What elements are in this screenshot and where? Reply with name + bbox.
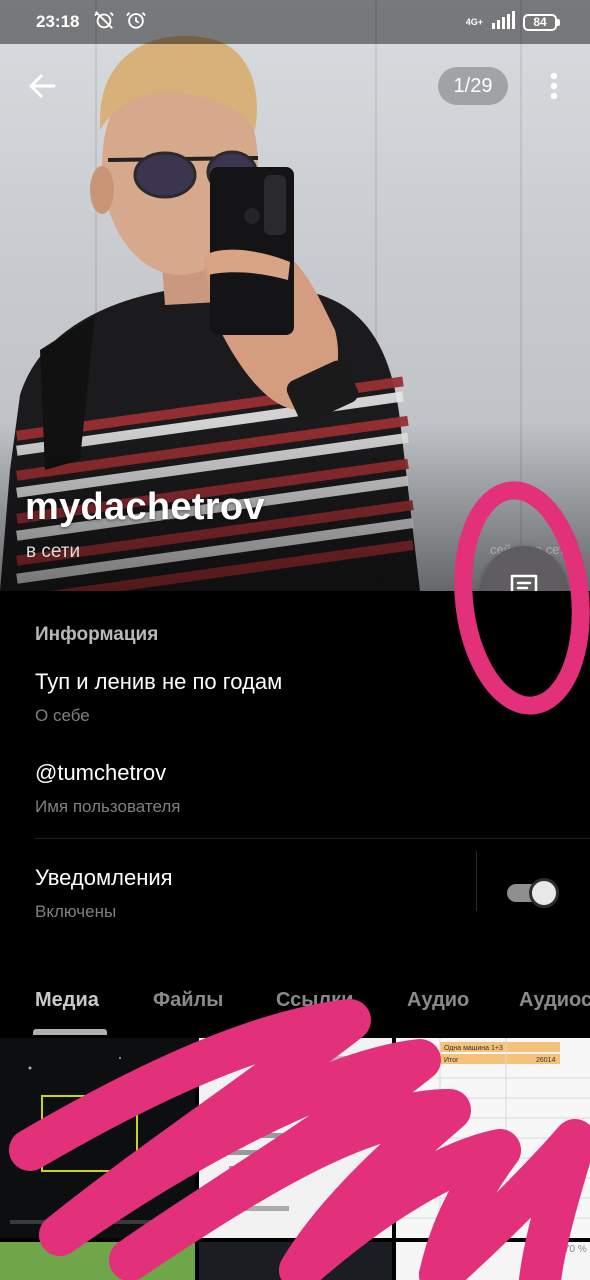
bio-label: О себе	[35, 706, 90, 725]
media-thumbnail[interactable]	[199, 1038, 392, 1238]
notifications-toggle[interactable]	[505, 878, 559, 908]
tab-audio[interactable]: Аудио	[407, 989, 469, 1012]
back-button[interactable]	[22, 66, 62, 106]
online-status: в сети	[26, 541, 81, 562]
tab-media[interactable]: Медиа	[35, 989, 99, 1012]
alarm-off-icon	[93, 9, 115, 36]
tab-links[interactable]: Ссылки	[276, 989, 353, 1012]
status-time: 23:18	[36, 12, 80, 31]
info-section: Информация Туп и ленив не по годам О себ…	[0, 591, 590, 981]
signal-icon	[491, 10, 515, 34]
media-thumbnail[interactable]: Одна машина 1+3 Итог 26014	[396, 1038, 590, 1238]
media-thumbnail[interactable]: 70 %	[396, 1242, 590, 1280]
more-vertical-icon	[550, 72, 558, 100]
tab-indicator	[33, 1029, 107, 1035]
sheet-cell: Итог	[444, 1057, 459, 1064]
notifications-title[interactable]: Уведомления	[35, 865, 173, 891]
username-text[interactable]: @tumchetrov	[35, 760, 166, 786]
media-tabs: Медиа Файлы Ссылки Аудио Аудиос	[0, 981, 590, 1037]
battery-level: 84	[523, 13, 557, 31]
tab-files[interactable]: Файлы	[153, 989, 223, 1012]
info-section-title: Информация	[35, 624, 159, 645]
network-type: 4G+	[465, 16, 483, 27]
divider	[35, 838, 590, 839]
back-arrow-icon	[29, 74, 56, 98]
bio-text[interactable]: Туп и ленив не по годам	[35, 669, 282, 695]
media-grid: Одна машина 1+3 Итог 26014 70 %	[0, 1038, 590, 1280]
profile-name: mydachetrov	[25, 486, 265, 528]
media-thumbnail[interactable]	[199, 1242, 392, 1280]
notifications-state: Включены	[35, 902, 117, 921]
photo-counter: 1/29	[438, 67, 508, 105]
username-label: Имя пользователя	[35, 797, 181, 816]
profile-photo[interactable]: 23:18 4G+ 84 1/29 mydachetrov в сети сет…	[0, 0, 590, 591]
sheet-cell: Одна машина 1+3	[444, 1045, 503, 1052]
battery-icon: 84	[523, 13, 560, 31]
divider	[476, 851, 477, 911]
media-thumbnail[interactable]	[0, 1242, 195, 1280]
sheet-cell: 26014	[536, 1057, 556, 1064]
thumbnail-caption: 70 %	[564, 1244, 587, 1255]
status-bar: 23:18 4G+ 84	[0, 0, 590, 44]
media-thumbnail[interactable]	[0, 1038, 195, 1238]
alarm-icon	[125, 9, 147, 36]
tab-voice[interactable]: Аудиос	[519, 989, 590, 1012]
more-options-button[interactable]	[538, 66, 570, 106]
